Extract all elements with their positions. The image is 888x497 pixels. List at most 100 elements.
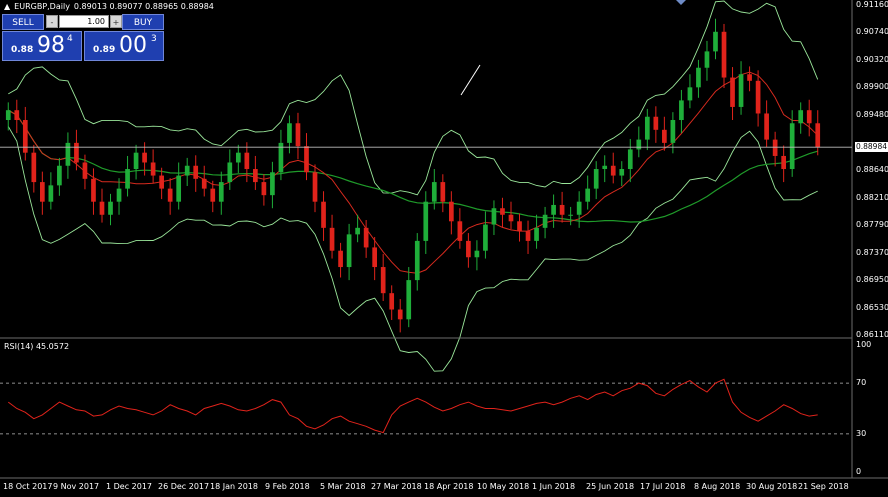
- time-tick-label: 17 Jul 2018: [640, 482, 686, 491]
- collapse-triangle-icon[interactable]: ▲: [4, 2, 10, 11]
- candle-body: [602, 165, 608, 170]
- sell-quote-prefix: 0.88: [11, 45, 34, 55]
- candle-body: [321, 201, 326, 228]
- trend-line-object[interactable]: [460, 64, 481, 96]
- candle-body: [338, 250, 343, 268]
- candle-body: [431, 182, 437, 202]
- price-tick-label: 0.90320: [856, 54, 888, 64]
- price-tick-label: 0.87790: [856, 220, 888, 230]
- candle-body: [176, 175, 182, 202]
- candle-body: [40, 182, 45, 202]
- time-tick-label: 21 Sep 2018: [798, 482, 849, 491]
- price-chart[interactable]: [0, 0, 888, 497]
- rsi-tick-label: 0: [856, 467, 862, 476]
- candle-body: [406, 280, 412, 320]
- candle-body: [253, 169, 258, 183]
- candle-body: [167, 188, 173, 202]
- candle-body: [142, 152, 147, 163]
- candle-body: [466, 240, 471, 258]
- time-tick-label: 26 Dec 2017: [158, 482, 210, 491]
- time-tick-label: 18 Apr 2018: [424, 482, 474, 491]
- candle-body: [474, 250, 480, 258]
- time-tick-label: 1 Jun 2018: [532, 482, 576, 491]
- candle-body: [551, 204, 556, 215]
- rsi-tick-label: 70: [856, 378, 867, 388]
- candle-body: [730, 77, 735, 107]
- candle-body: [346, 234, 352, 268]
- candle-body: [593, 169, 599, 189]
- candle-body: [363, 227, 369, 248]
- time-tick-label: 9 Feb 2018: [265, 482, 310, 491]
- candle-body: [414, 240, 420, 281]
- lower-band-line: [7, 126, 818, 372]
- drawing-objects: [460, 64, 481, 96]
- candle-body: [218, 182, 224, 202]
- candle-body: [653, 116, 659, 130]
- candle-body: [304, 146, 309, 173]
- candle-body: [585, 188, 591, 202]
- lot-size-input[interactable]: 1.00: [59, 15, 109, 28]
- candle-body: [755, 80, 761, 114]
- candle-body: [48, 185, 54, 202]
- candle-body: [662, 129, 667, 143]
- candle-body: [82, 162, 88, 179]
- candle-body: [287, 123, 292, 143]
- candle-body: [534, 227, 539, 241]
- lot-increase-button[interactable]: +: [110, 15, 122, 28]
- candle-body: [542, 214, 548, 228]
- time-tick-label: 30 Aug 2018: [746, 482, 798, 491]
- rsi-line: [7, 378, 818, 434]
- candle-body: [679, 100, 684, 121]
- candle-body: [57, 165, 62, 186]
- price-tick-label: 0.88210: [856, 192, 888, 202]
- candle-body: [440, 182, 446, 202]
- candle-body: [687, 87, 693, 101]
- candle-body: [235, 152, 241, 163]
- candle-body: [559, 204, 565, 215]
- time-tick-label: 18 Jan 2018: [210, 482, 258, 491]
- candle-body: [14, 110, 20, 121]
- time-tick-label: 10 May 2018: [477, 482, 530, 491]
- lot-decrease-button[interactable]: -: [46, 15, 58, 28]
- candle-body: [91, 178, 96, 202]
- candle-body: [764, 113, 769, 140]
- candle-body: [738, 74, 744, 107]
- buy-button[interactable]: BUY: [122, 14, 164, 30]
- candle-body: [193, 165, 199, 179]
- chart-shift-icon[interactable]: [676, 0, 686, 5]
- price-tick-label: 0.87370: [856, 247, 888, 257]
- chart-frame: [0, 0, 888, 479]
- sell-quote[interactable]: 0.88 98 4: [2, 31, 82, 61]
- time-tick-label: 25 Jun 2018: [586, 482, 635, 491]
- candle-body: [261, 182, 267, 196]
- candle-body: [22, 120, 28, 153]
- candlesticks: [5, 18, 821, 333]
- candle-body: [508, 214, 514, 222]
- candle-body: [517, 221, 522, 232]
- price-tick-label: 0.86530: [856, 302, 888, 312]
- candle-body: [270, 172, 275, 196]
- candle-body: [125, 169, 130, 189]
- candle-body: [150, 162, 156, 176]
- buy-quote-prefix: 0.89: [93, 45, 116, 55]
- candle-body: [184, 165, 190, 176]
- candle-body: [372, 247, 377, 268]
- time-tick-label: 27 Mar 2018: [371, 482, 422, 491]
- buy-quote[interactable]: 0.89 00 3: [84, 31, 164, 61]
- candle-body: [704, 51, 710, 68]
- candle-body: [636, 139, 642, 150]
- symbol-header: ▲ EURGBP,Daily 0.89013 0.89077 0.88965 0.8…: [4, 2, 218, 11]
- sell-button[interactable]: SELL: [2, 14, 44, 30]
- candle-body: [295, 123, 301, 147]
- candle-body: [108, 201, 113, 215]
- candle-body: [806, 110, 812, 124]
- buy-quote-big: 00: [119, 33, 147, 58]
- time-tick-label: 8 Aug 2018: [694, 482, 741, 491]
- time-tick-label: 9 Nov 2017: [53, 482, 100, 491]
- candle-body: [423, 201, 429, 241]
- candle-body: [99, 201, 105, 215]
- candle-body: [329, 227, 335, 251]
- time-tick-label: 1 Dec 2017: [106, 482, 153, 491]
- candle-body: [713, 31, 718, 52]
- symbol-name: EURGBP,Daily: [14, 2, 70, 11]
